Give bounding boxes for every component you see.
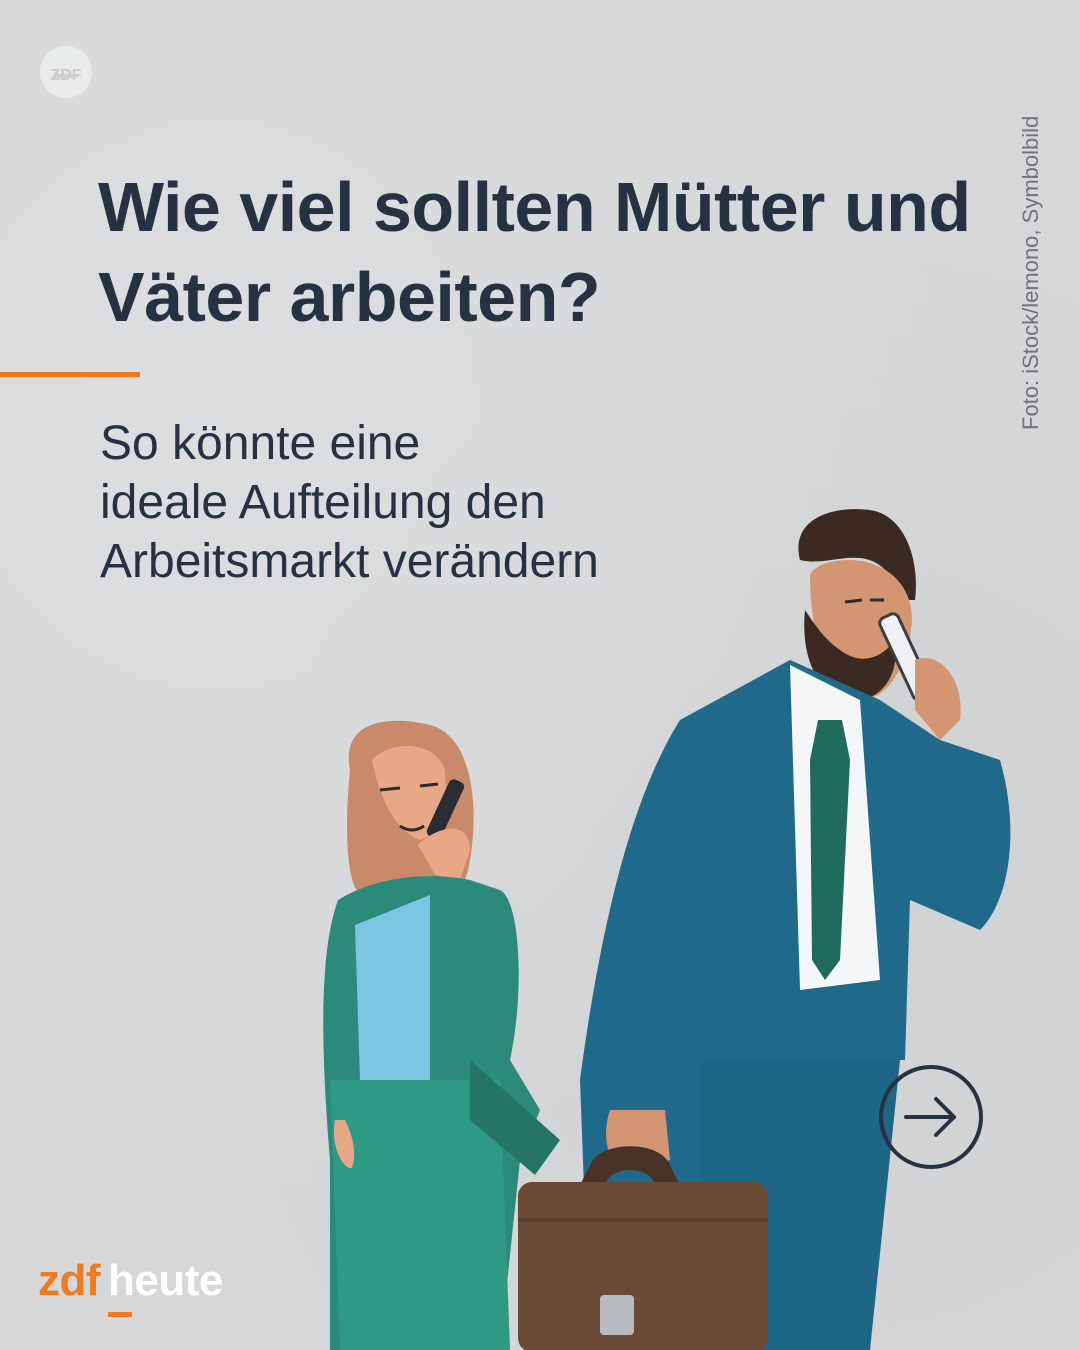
next-slide-button[interactable] <box>878 1064 984 1170</box>
brand-heute: heute <box>108 1256 223 1305</box>
arrow-right-circle-icon <box>904 1097 956 1137</box>
post-canvas: ZDF Wie viel sollten Mütter und Väter ar… <box>0 0 1080 1350</box>
zdfheute-logo: zdf heute <box>38 1256 223 1316</box>
man-figure <box>518 509 1011 1350</box>
brand-zdf: zdf <box>38 1256 101 1305</box>
